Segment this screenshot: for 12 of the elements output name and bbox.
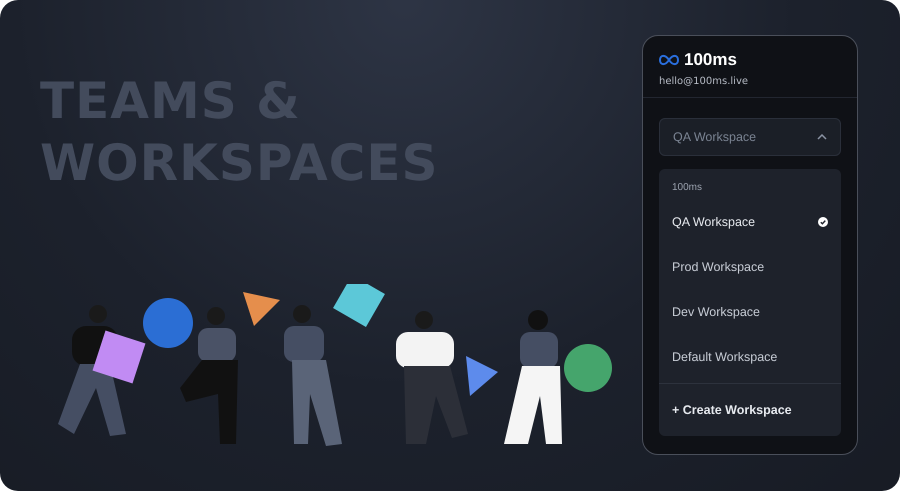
workspace-option[interactable]: Prod Workspace [659, 244, 841, 289]
workspace-option[interactable]: QA Workspace [659, 199, 841, 244]
brand-name: 100ms [684, 50, 737, 70]
check-icon [818, 216, 828, 226]
workspace-select[interactable]: QA Workspace [659, 118, 841, 156]
chevron-icon [817, 134, 827, 140]
create-workspace-button[interactable]: + Create Workspace [659, 384, 841, 436]
infinity-logo-icon [659, 53, 679, 67]
workspace-option[interactable]: Default Workspace [659, 334, 841, 379]
group-label: 100ms [671, 181, 704, 195]
workspace-option[interactable]: Dev Workspace [659, 289, 841, 334]
account-email: hello@100ms.live [659, 76, 750, 87]
